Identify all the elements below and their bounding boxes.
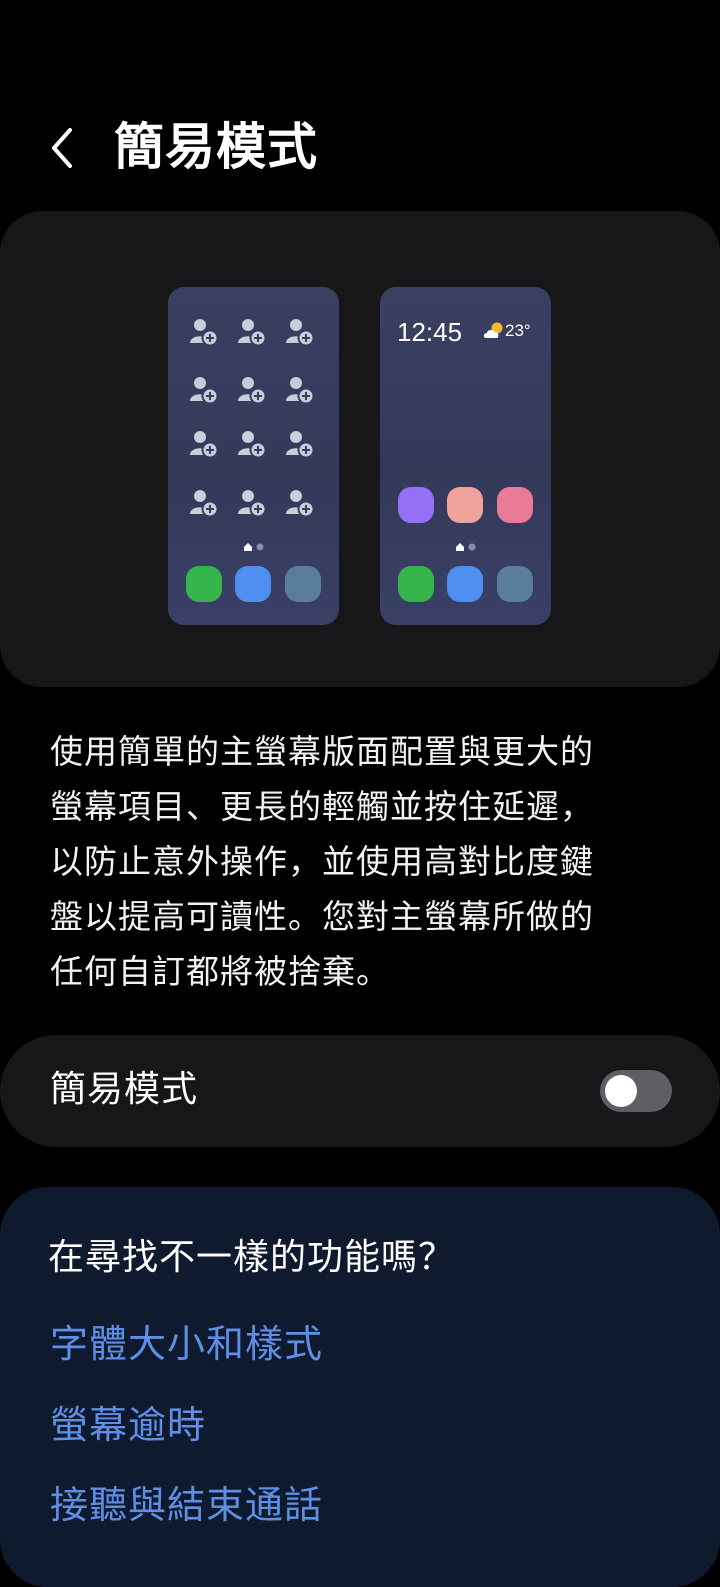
add-contact-icon [190,319,219,347]
add-contact-icon [190,490,219,518]
easy-mode-switch[interactable] [600,1070,672,1112]
weather-partly-sunny-icon [483,322,503,338]
app-icon-purple [398,487,434,523]
page-title: 簡易模式 [114,118,318,176]
add-contact-icon [286,490,315,518]
add-contact-icon [238,490,267,518]
related-settings-card: 在尋找不一樣的功能嗎？ 字體大小和樣式 螢幕逾時 接聽與結束通話 [0,1187,720,1587]
add-contact-icon [190,431,219,459]
dock-app-camera [285,566,321,602]
link-screen-timeout[interactable]: 螢幕逾時 [50,1398,206,1452]
related-heading: 在尋找不一樣的功能嗎？ [48,1237,456,1278]
clock-text: 12:45 [397,317,463,347]
add-contact-icon [238,319,267,347]
dock-app-phone [186,566,222,602]
app-icon-salmon [447,487,483,523]
switch-thumb [605,1075,637,1107]
dock-app-messages [447,566,483,602]
add-contact-icon [238,377,267,405]
add-contact-icon [286,431,315,459]
add-contact-icon [190,377,219,405]
app-icon-pink [497,487,533,523]
easy-layout-preview: 12:45 23° [380,287,551,625]
temperature-text: 23° [505,321,531,340]
add-contact-icon [238,431,267,459]
easy-mode-setting-row[interactable]: 簡易模式 [0,1035,720,1147]
dock-app-camera [497,566,533,602]
easy-mode-toggle-label: 簡易模式 [50,1069,199,1110]
link-answering-and-ending-calls[interactable]: 接聽與結束通話 [50,1478,323,1532]
easy-mode-description: 使用簡單的主螢幕版面配置與更大的 螢幕項目、更長的輕觸並按住延遲， 以防止意外操… [50,732,594,991]
chevron-left-icon [52,128,72,168]
dock-app-phone [398,566,434,602]
dock-app-messages [235,566,271,602]
standard-layout-preview [168,287,339,625]
link-font-size-and-style[interactable]: 字體大小和樣式 [50,1317,323,1371]
add-contact-icon [286,319,315,347]
header: 簡易模式 [0,0,720,210]
add-contact-icon [286,377,315,405]
back-button[interactable] [40,118,90,178]
page-indicator-icon [456,543,476,551]
page-indicator-icon [244,543,264,551]
preview-card: 12:45 23° [0,211,720,687]
